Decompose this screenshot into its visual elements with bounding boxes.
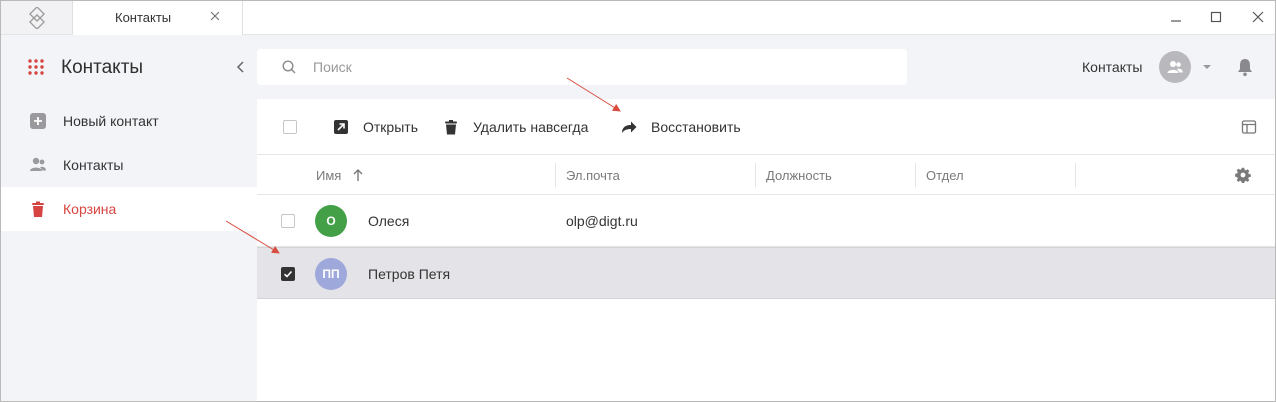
logo-icon bbox=[28, 6, 45, 29]
contact-email: olp@digt.ru bbox=[566, 213, 638, 229]
top-bar: Контакты bbox=[257, 35, 1275, 99]
contacts-icon bbox=[30, 157, 46, 171]
window-close-icon[interactable] bbox=[1250, 9, 1266, 25]
column-divider[interactable] bbox=[1075, 163, 1076, 187]
apps-grid-icon[interactable] bbox=[27, 58, 45, 76]
select-all-checkbox[interactable] bbox=[283, 120, 297, 134]
close-icon[interactable] bbox=[208, 9, 222, 23]
sidebar: Контакты Новый контакт Контакты Корзина bbox=[1, 35, 257, 401]
column-header-email[interactable]: Эл.почта bbox=[566, 168, 620, 183]
search-box bbox=[257, 49, 907, 85]
sort-arrow-up-icon[interactable] bbox=[352, 168, 364, 182]
column-header-position[interactable]: Должность bbox=[766, 168, 832, 183]
tab-label: Контакты bbox=[115, 10, 172, 25]
table-row[interactable]: О Олеся olp@digt.ru bbox=[257, 195, 1275, 247]
table-header: Имя Эл.почта Должность Отдел bbox=[257, 155, 1275, 195]
avatar: ПП bbox=[315, 258, 347, 290]
search-icon bbox=[282, 60, 296, 74]
add-square-icon bbox=[30, 113, 46, 129]
minimize-icon[interactable] bbox=[1168, 9, 1184, 25]
sidebar-item-contacts[interactable]: Контакты bbox=[1, 143, 257, 187]
title-bar-drag-area bbox=[243, 1, 1275, 34]
open-external-icon bbox=[334, 120, 348, 134]
maximize-icon[interactable] bbox=[1208, 9, 1224, 25]
row-checkbox[interactable] bbox=[281, 267, 295, 281]
user-context-label[interactable]: Контакты bbox=[1082, 59, 1142, 75]
app-logo bbox=[1, 1, 73, 34]
sidebar-item-label: Корзина bbox=[63, 201, 117, 217]
avatar: О bbox=[315, 205, 347, 237]
bell-icon[interactable] bbox=[1236, 57, 1254, 77]
open-button[interactable]: Открыть bbox=[333, 117, 418, 137]
delete-permanently-button[interactable]: Удалить навсегда bbox=[443, 117, 588, 137]
open-button-label: Открыть bbox=[363, 119, 418, 135]
trash-icon bbox=[445, 120, 457, 135]
sidebar-item-label: Новый контакт bbox=[63, 113, 159, 129]
contact-name: Петров Петя bbox=[368, 266, 451, 282]
app-window: Контакты Контакты Новый контакт Контакты… bbox=[0, 0, 1276, 402]
restore-button[interactable]: Восстановить bbox=[621, 117, 741, 137]
tab-contacts[interactable]: Контакты bbox=[73, 1, 243, 35]
sidebar-item-trash[interactable]: Корзина bbox=[1, 187, 257, 231]
check-icon bbox=[283, 270, 293, 278]
sidebar-item-new-contact[interactable]: Новый контакт bbox=[1, 99, 257, 143]
main-content: Открыть Удалить навсегда Восстановить Им… bbox=[257, 99, 1275, 401]
sidebar-title: Контакты bbox=[61, 57, 144, 78]
delete-permanently-label: Удалить навсегда bbox=[473, 119, 589, 135]
layout-icon[interactable] bbox=[1241, 119, 1257, 135]
chevron-left-icon[interactable] bbox=[235, 60, 247, 74]
redo-arrow-icon bbox=[622, 121, 637, 133]
trash-icon bbox=[32, 201, 44, 217]
column-header-department[interactable]: Отдел bbox=[926, 168, 964, 183]
contact-name: Олеся bbox=[368, 213, 410, 229]
row-checkbox[interactable] bbox=[281, 214, 295, 228]
table-row[interactable]: ПП Петров Петя bbox=[257, 247, 1275, 299]
column-header-name[interactable]: Имя bbox=[316, 168, 341, 183]
chevron-down-icon[interactable] bbox=[1202, 63, 1212, 71]
sidebar-header: Контакты bbox=[1, 35, 257, 99]
search-input[interactable] bbox=[313, 49, 873, 85]
user-group-icon bbox=[1167, 61, 1183, 73]
column-divider[interactable] bbox=[755, 163, 756, 187]
toolbar: Открыть Удалить навсегда Восстановить bbox=[257, 99, 1275, 155]
sidebar-item-label: Контакты bbox=[63, 157, 124, 173]
column-divider[interactable] bbox=[555, 163, 556, 187]
column-divider[interactable] bbox=[915, 163, 916, 187]
avatar[interactable] bbox=[1159, 51, 1191, 83]
gear-icon[interactable] bbox=[1235, 167, 1251, 183]
title-bar: Контакты bbox=[1, 1, 1275, 35]
restore-button-label: Восстановить bbox=[651, 119, 741, 135]
